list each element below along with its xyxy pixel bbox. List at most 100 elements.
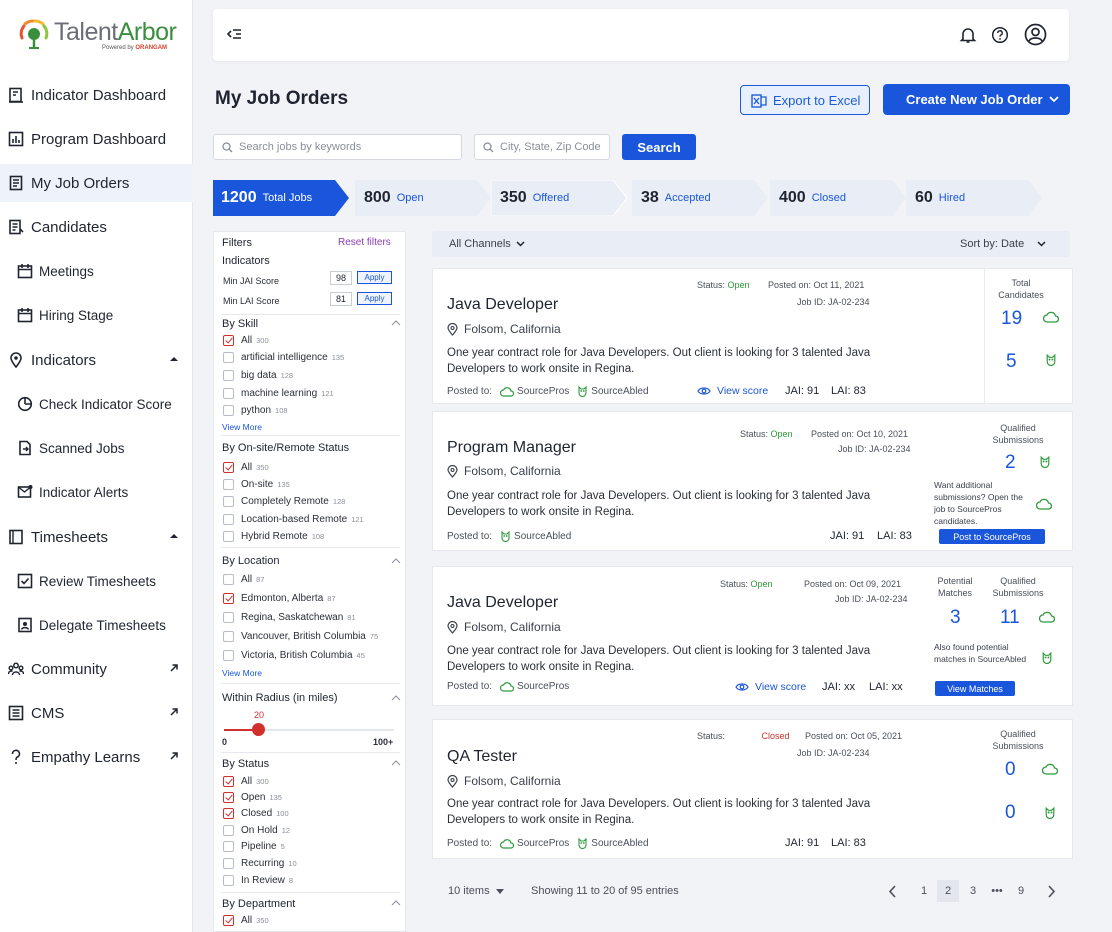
job-title[interactable]: Java Developer (447, 296, 558, 314)
export-to-excel-button[interactable]: Export to Excel (740, 85, 870, 115)
sidebar-item-indicator-alerts[interactable]: Indicator Alerts (0, 473, 193, 511)
user-avatar-icon[interactable] (1024, 23, 1047, 46)
job-title[interactable]: Program Manager (447, 439, 576, 457)
sidebar-item-candidates[interactable]: Candidates (0, 208, 193, 246)
sidebar-item-check-indicator-score[interactable]: Check Indicator Score (0, 385, 193, 423)
chevron-up-icon[interactable] (391, 900, 401, 906)
sidebar-item-hiring-stage[interactable]: Hiring Stage (0, 296, 193, 334)
sidebar-item-indicators[interactable]: Indicators (0, 341, 193, 379)
checkbox-status-recurring[interactable] (223, 858, 234, 869)
checkbox-status-on-hold[interactable] (223, 825, 234, 836)
sidebar-item-timesheets[interactable]: Timesheets (0, 518, 193, 556)
sidebar-item-program-dashboard[interactable]: Program Dashboard (0, 120, 193, 158)
sourceabled-candidates-count[interactable]: 5 (1006, 351, 1017, 373)
job-card[interactable]: Status: Open Posted on: Oct 11, 2021 Job… (432, 268, 1073, 404)
checkbox-victoria[interactable] (223, 650, 234, 661)
view-more-skill-link[interactable]: View More (222, 422, 262, 432)
apply-jai-button[interactable]: Apply (357, 271, 392, 284)
chevron-up-icon[interactable] (391, 320, 401, 326)
checkbox-status-in-review[interactable] (223, 875, 234, 886)
view-more-location-link[interactable]: View More (222, 668, 262, 678)
view-score-link[interactable]: View score (697, 385, 768, 397)
sort-dropdown[interactable]: Sort by: Date (960, 238, 1046, 250)
chevron-up-icon[interactable] (391, 558, 401, 564)
checkbox-vancouver[interactable] (223, 631, 234, 642)
sidebar-item-cms[interactable]: CMS (0, 694, 193, 732)
checkbox-hybrid-remote[interactable] (223, 531, 234, 542)
checkbox-status-closed[interactable] (223, 808, 234, 819)
checkbox-location-all[interactable] (223, 574, 234, 585)
stage-hired[interactable]: 60 Hired (906, 180, 1042, 216)
checkbox-skill-all[interactable] (223, 335, 234, 346)
job-id: Job ID: JA-02-234 (797, 297, 870, 307)
channel-dropdown[interactable]: All Channels (449, 238, 525, 250)
potential-matches-count[interactable]: 3 (950, 607, 961, 629)
view-matches-button[interactable]: View Matches (935, 681, 1015, 696)
stage-open[interactable]: 800 Open (355, 180, 491, 216)
job-card[interactable]: Status: Closed Posted on: Oct 05, 2021 J… (432, 719, 1073, 859)
checkbox-department-all[interactable] (223, 915, 234, 926)
keyword-search-input[interactable]: Search jobs by keywords (213, 134, 462, 160)
checkbox-status-all[interactable] (223, 776, 234, 787)
sidebar-item-empathy-learns[interactable]: Empathy Learns (0, 738, 193, 776)
sidebar-item-indicator-dashboard[interactable]: Indicator Dashboard (0, 76, 193, 114)
stage-accepted[interactable]: 38 Accepted (632, 180, 768, 216)
checkbox-status-pipeline[interactable] (223, 841, 234, 852)
checkbox-status-open[interactable] (223, 792, 234, 803)
radius-slider-handle[interactable] (252, 723, 265, 736)
collapse-up-icon[interactable] (169, 531, 179, 541)
checkbox-regina[interactable] (223, 612, 234, 623)
chevron-up-icon[interactable] (391, 760, 401, 766)
items-per-page-select[interactable]: 10 items (448, 885, 504, 897)
stage-total-jobs[interactable]: 1200 Total Jobs (213, 180, 349, 216)
page-2[interactable]: 2 (937, 880, 959, 902)
sidebar-item-review-timesheets[interactable]: Review Timesheets (0, 562, 193, 600)
create-job-order-button[interactable]: Create New Job Order (883, 84, 1070, 115)
checkbox-skill-ml[interactable] (223, 388, 234, 399)
sidebar-item-meetings[interactable]: Meetings (0, 252, 193, 290)
page-3[interactable]: 3 (962, 880, 984, 902)
checkbox-location-remote[interactable] (223, 514, 234, 525)
stage-closed[interactable]: 400 Closed (770, 180, 906, 216)
total-candidates-count[interactable]: 19 (1001, 308, 1022, 330)
job-card[interactable]: Status: Open Posted on: Oct 09, 2021 Job… (432, 566, 1073, 706)
collapse-menu-icon[interactable] (226, 27, 242, 41)
chevron-left-icon[interactable] (888, 885, 897, 898)
notification-bell-icon[interactable] (959, 26, 977, 44)
filter-option: artificial intelligence 135 (241, 352, 344, 363)
min-lai-input[interactable]: 81 (330, 292, 352, 306)
sidebar-item-my-job-orders[interactable]: My Job Orders (0, 164, 193, 202)
checkbox-skill-ai[interactable] (223, 352, 234, 363)
checkbox-skill-big-data[interactable] (223, 370, 234, 381)
page-9[interactable]: 9 (1010, 880, 1032, 902)
checkbox-onsite-all[interactable] (223, 462, 234, 473)
checkbox-completely-remote[interactable] (223, 496, 234, 507)
qualified-submissions-count[interactable]: 11 (1000, 607, 1020, 629)
sidebar-item-scanned-jobs[interactable]: Scanned Jobs (0, 429, 193, 467)
post-to-sourcepros-button[interactable]: Post to SourcePros (939, 529, 1045, 544)
sidebar-item-delegate-timesheets[interactable]: Delegate Timesheets (0, 606, 193, 644)
qualified-submissions-count[interactable]: 0 (1005, 759, 1016, 781)
search-button[interactable]: Search (622, 134, 696, 160)
sourceabled-count[interactable]: 0 (1005, 802, 1016, 824)
sidebar-item-community[interactable]: Community (0, 650, 193, 688)
help-icon[interactable] (991, 26, 1009, 44)
checkbox-skill-python[interactable] (223, 405, 234, 416)
job-card[interactable]: Status: Open Posted on: Oct 10, 2021 Job… (432, 411, 1073, 551)
location-search-input[interactable]: City, State, Zip Code (474, 134, 610, 160)
page-1[interactable]: 1 (913, 880, 935, 902)
qualified-submissions-count[interactable]: 2 (1005, 452, 1016, 474)
collapse-up-icon[interactable] (169, 354, 179, 364)
checkbox-edmonton[interactable] (223, 593, 234, 604)
min-jai-input[interactable]: 98 (330, 271, 352, 285)
chevron-right-icon[interactable] (1047, 885, 1056, 898)
job-title[interactable]: Java Developer (447, 594, 558, 612)
job-title[interactable]: QA Tester (447, 748, 517, 766)
chevron-up-icon[interactable] (391, 695, 401, 701)
reset-filters-link[interactable]: Reset filters (338, 237, 391, 248)
apply-lai-button[interactable]: Apply (357, 292, 392, 305)
stage-offered[interactable]: 350 Offered (491, 180, 627, 216)
talentarbor-logo[interactable]: TalentArbor Powered by ORANGAM (16, 16, 177, 54)
checkbox-onsite[interactable] (223, 479, 234, 490)
view-score-link[interactable]: View score (735, 681, 806, 693)
